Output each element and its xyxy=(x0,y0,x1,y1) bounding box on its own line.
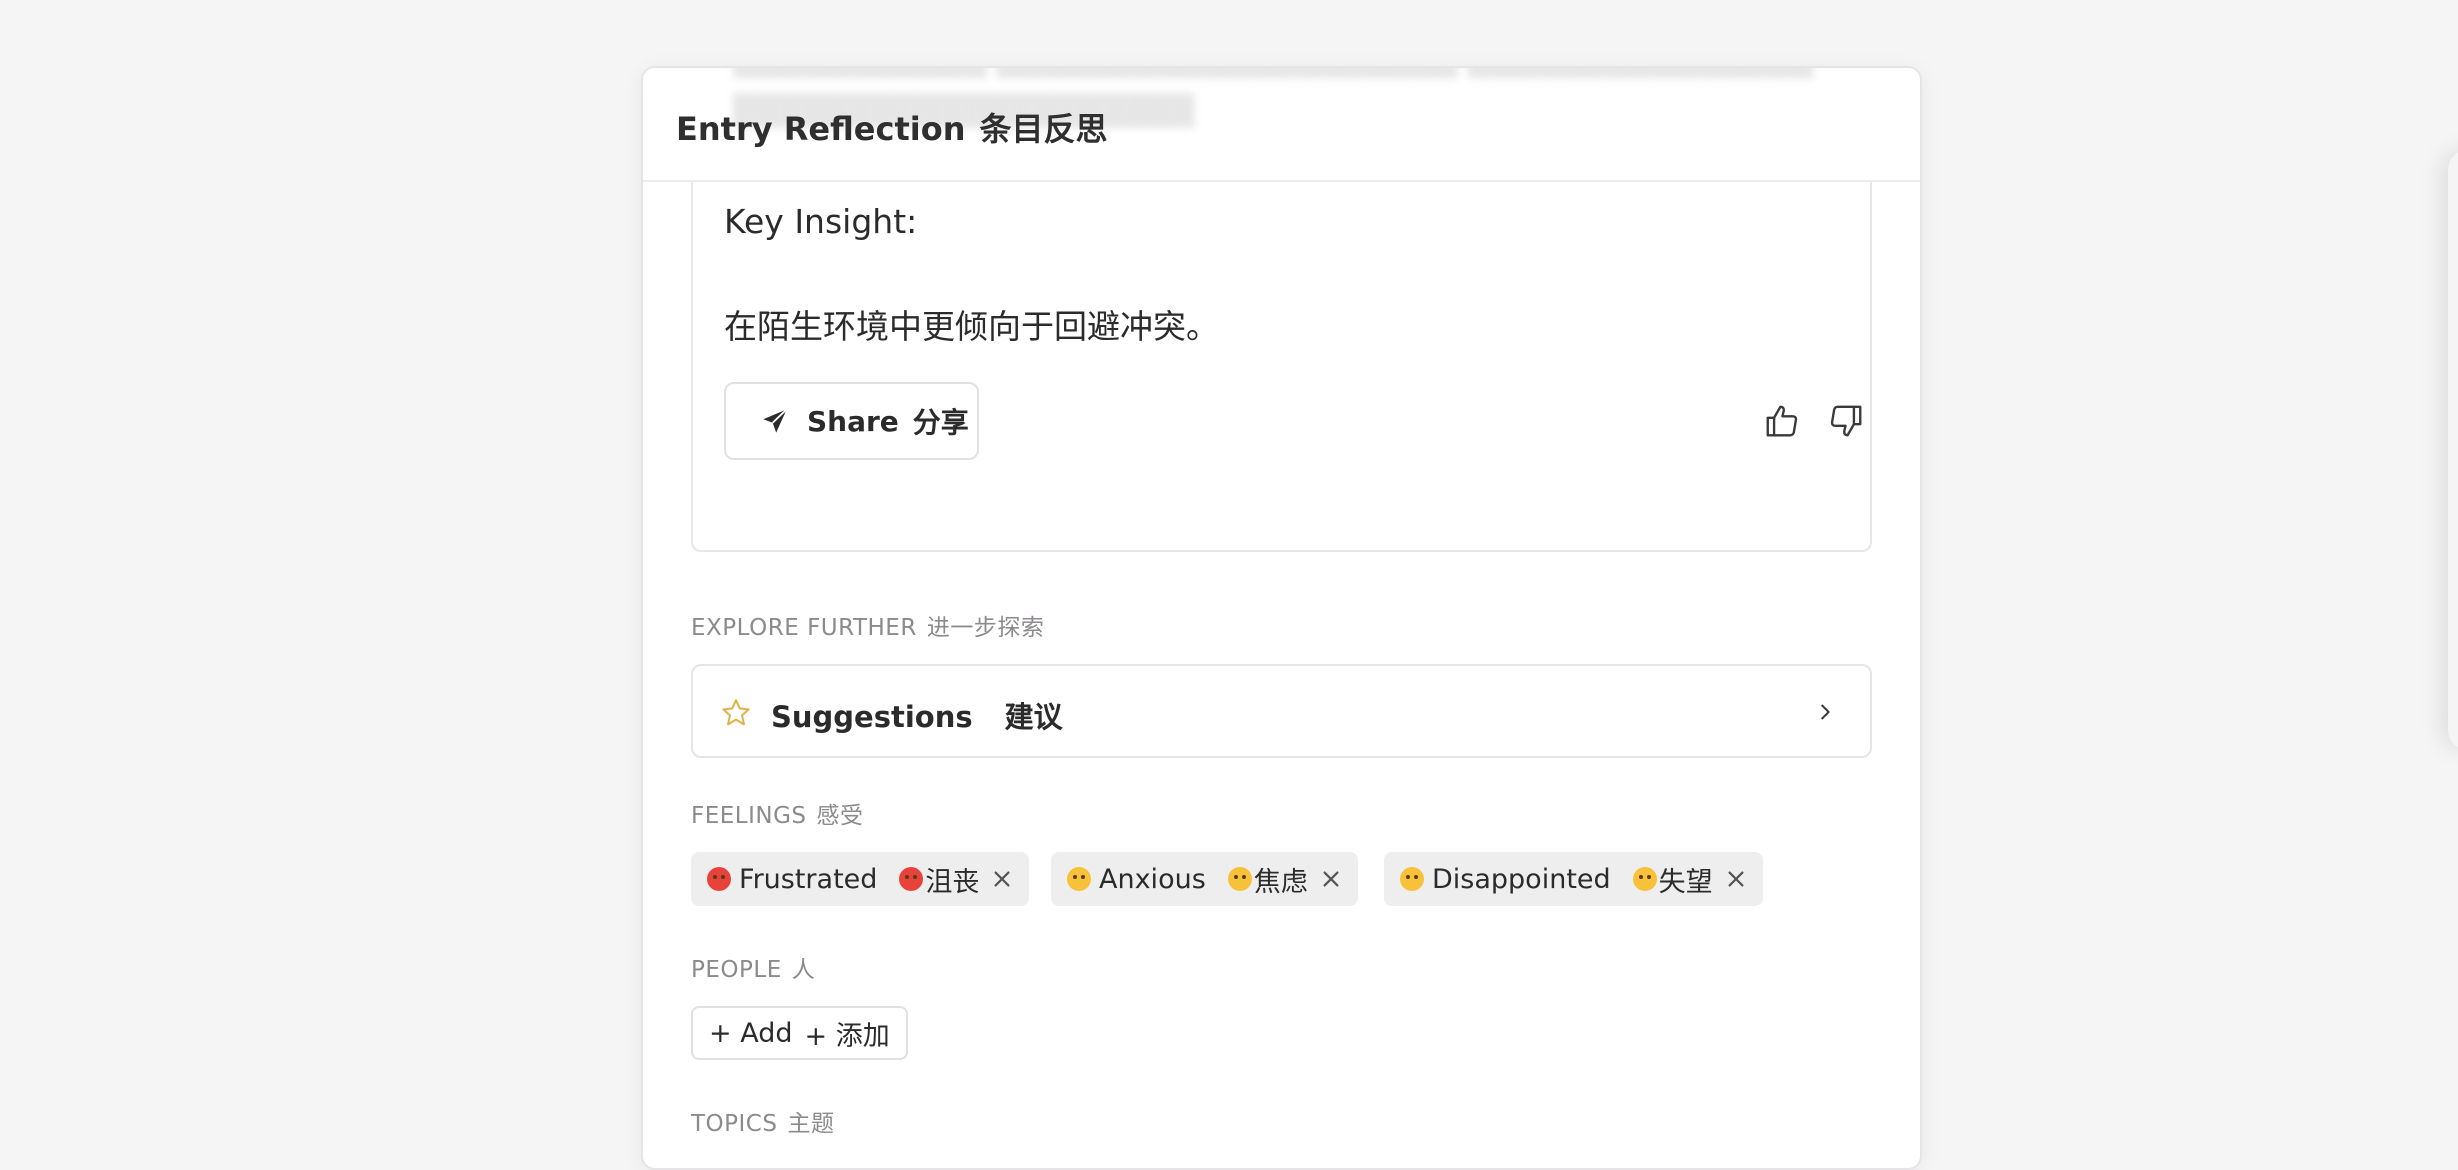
chevron-right-icon xyxy=(1821,704,1830,720)
suggestions-label-zh: 建议 xyxy=(1004,700,1063,734)
explore-further-label-en: EXPLORE FURTHER xyxy=(691,615,917,641)
feeling-chip-label: Anxious xyxy=(1099,863,1206,895)
angry-face-icon xyxy=(899,867,924,891)
page-title-en: Entry Reflection xyxy=(676,110,966,148)
topics-label-en: TOPICS xyxy=(691,1111,778,1137)
feeling-chip[interactable]: Anxious 焦虑 xyxy=(1051,852,1358,906)
feeling-chip-label: Disappointed xyxy=(1432,863,1611,895)
explore-further-label-zh: 进一步探索 xyxy=(926,615,1045,641)
feeling-chip-label: Frustrated xyxy=(739,863,878,895)
thumbs-down-icon[interactable] xyxy=(1827,402,1865,440)
key-insight-label: Key Insight: xyxy=(724,202,918,241)
people-label-en: PEOPLE xyxy=(691,957,782,983)
suggestions-row[interactable]: Suggestions 建议 xyxy=(691,664,1872,758)
page-title-zh: 条目反思 xyxy=(979,110,1108,148)
people-label: PEOPLE 人 xyxy=(691,950,815,984)
disappointed-face-icon xyxy=(1632,867,1657,891)
page-title: Entry Reflection 条目反思 xyxy=(676,104,1108,150)
explore-further-label: EXPLORE FURTHER 进一步探索 xyxy=(691,608,1044,642)
entry-reflection-sheet: ▒▒▒▒▒▒▒▒▒▒▒ ▒▒▒▒▒▒▒▒▒▒▒▒▒▒▒▒▒▒▒▒ ▒▒▒▒▒▒▒… xyxy=(641,66,1922,1170)
share-label: Share xyxy=(807,404,899,438)
share-label-zh: 分享 xyxy=(912,406,969,439)
worried-face-icon xyxy=(1067,867,1091,891)
add-person-label-zh: + 添加 xyxy=(804,1020,890,1052)
sheet-header: ▒▒▒▒▒▒▒▒▒▒▒ ▒▒▒▒▒▒▒▒▒▒▒▒▒▒▒▒▒▒▒▒ ▒▒▒▒▒▒▒… xyxy=(643,68,1920,182)
share-button[interactable]: Share 分享 xyxy=(724,382,979,460)
remove-icon[interactable] xyxy=(1320,868,1342,890)
remove-icon[interactable] xyxy=(991,868,1013,890)
key-insight-text: 在陌生环境中更倾向于回避冲突。 xyxy=(724,307,1219,346)
worried-face-icon xyxy=(1227,867,1252,891)
disappointed-face-icon xyxy=(1400,867,1424,891)
topics-label: TOPICS 主题 xyxy=(691,1104,834,1138)
feeling-chip-label-zh: 失望 xyxy=(1658,866,1713,898)
add-person-label: + Add xyxy=(709,1017,793,1049)
angry-face-icon xyxy=(707,867,731,891)
scrolled-content-ghost: ▒▒▒▒▒▒▒▒▒▒▒ ▒▒▒▒▒▒▒▒▒▒▒▒▒▒▒▒▒▒▒▒ ▒▒▒▒▒▒▒… xyxy=(733,68,1813,79)
add-person-button[interactable]: + Add + 添加 xyxy=(691,1006,908,1060)
feeling-chip[interactable]: Frustrated 沮丧 xyxy=(691,852,1030,906)
send-icon xyxy=(763,408,788,433)
feeling-chip-label-zh: 沮丧 xyxy=(925,866,980,898)
side-panel-edge xyxy=(2448,150,2458,750)
suggestions-label-en: Suggestions xyxy=(771,700,973,734)
feelings-label-en: FEELINGS xyxy=(691,803,807,829)
feelings-label: FEELINGS 感受 xyxy=(691,796,864,830)
remove-icon[interactable] xyxy=(1725,868,1747,890)
feelings-label-zh: 感受 xyxy=(816,803,864,829)
feeling-chip[interactable]: Disappointed 失望 xyxy=(1384,852,1763,906)
thumbs-up-icon[interactable] xyxy=(1763,402,1801,440)
people-label-zh: 人 xyxy=(791,957,816,983)
feeling-chip-label-zh: 焦虑 xyxy=(1253,866,1308,898)
topics-label-zh: 主题 xyxy=(787,1111,835,1137)
suggestions-label: Suggestions 建议 xyxy=(771,694,1063,736)
star-icon xyxy=(722,699,750,726)
